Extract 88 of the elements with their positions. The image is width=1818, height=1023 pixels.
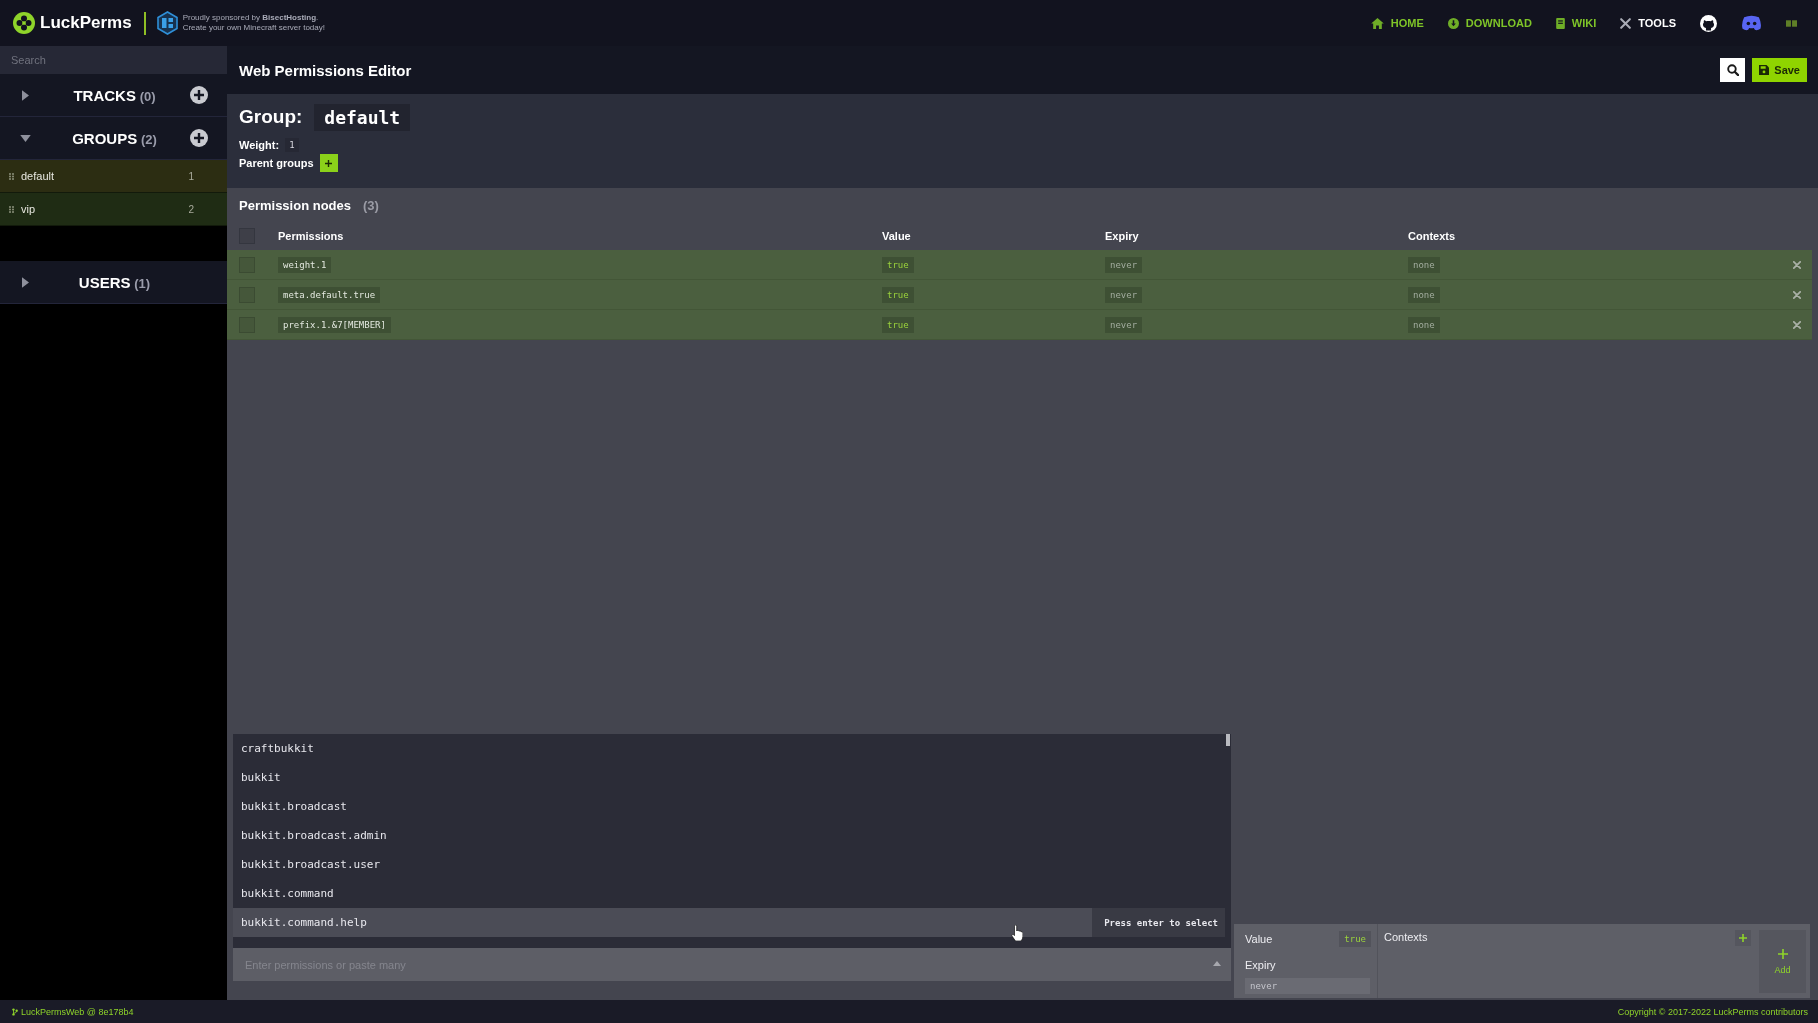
- hand-cursor-icon: [1011, 925, 1023, 941]
- add-context-button[interactable]: [1735, 930, 1751, 946]
- plus-icon: [1739, 934, 1747, 942]
- column-header: Contexts: [1408, 230, 1456, 242]
- section-toggle[interactable]: USERS (1): [22, 267, 190, 297]
- crossed-tools-icon: [1620, 17, 1632, 29]
- suggestion-option[interactable]: bukkit.command.help Press enter to select: [233, 908, 1225, 937]
- group-item[interactable]: default 1: [0, 160, 227, 193]
- group-item[interactable]: vip 2: [0, 193, 227, 226]
- add-button[interactable]: Add: [1759, 930, 1806, 993]
- clover-logo-icon[interactable]: [13, 12, 35, 34]
- suggestion-option[interactable]: bukkit: [233, 763, 1225, 792]
- grip-dots-icon[interactable]: [9, 205, 14, 213]
- download-icon: [1447, 17, 1459, 29]
- branch-icon: [12, 1007, 18, 1016]
- caret-up-icon[interactable]: [1213, 961, 1221, 966]
- weight-value: 1: [285, 138, 299, 152]
- permission-value[interactable]: true: [882, 286, 914, 303]
- column-header: Permissions: [278, 230, 344, 242]
- expiry-field[interactable]: never: [1245, 978, 1370, 994]
- book-icon: [1555, 17, 1565, 29]
- permission-node: meta.default.true: [278, 286, 381, 303]
- chevron-icon[interactable]: [22, 89, 29, 101]
- field-label: Expiry: [1245, 959, 1276, 971]
- hint-label: Press enter to select: [1092, 908, 1225, 937]
- plus-icon: [325, 159, 333, 167]
- suggestion-option[interactable]: bukkit.broadcast.user: [233, 850, 1225, 879]
- permission-node: prefix.1.&7[MEMBER]: [278, 316, 391, 333]
- discord-icon[interactable]: [1741, 15, 1762, 31]
- nav-link[interactable]: DOWNLOAD: [1447, 17, 1532, 29]
- permission-expiry: never: [1105, 256, 1143, 273]
- permission-contexts: none: [1408, 316, 1440, 333]
- chevron-icon[interactable]: [22, 276, 29, 288]
- permission-value[interactable]: true: [882, 256, 914, 273]
- section-title: Permission nodes: [239, 197, 351, 213]
- github-icon[interactable]: [1700, 14, 1717, 32]
- section-toggle[interactable]: GROUPS (2): [22, 123, 190, 153]
- grip-dots-icon[interactable]: [9, 172, 14, 180]
- section-toggle[interactable]: TRACKS (0): [22, 80, 190, 110]
- field-label: Value: [1245, 933, 1273, 945]
- permission-value[interactable]: true: [882, 316, 914, 333]
- weight-label: Weight:: [239, 139, 280, 151]
- nav-link[interactable]: TOOLS: [1620, 17, 1676, 29]
- close-icon[interactable]: [1793, 290, 1801, 299]
- permission-contexts: none: [1408, 286, 1440, 303]
- suggestion-option[interactable]: bukkit.broadcast.admin: [233, 821, 1225, 850]
- group-weight: 1: [188, 170, 194, 182]
- node-count: (3): [363, 197, 379, 213]
- group-name-value: default: [314, 103, 411, 131]
- scrollbar-thumb[interactable]: [1226, 734, 1230, 746]
- group-label: Group:: [239, 106, 303, 128]
- hexagon-logo-icon[interactable]: [156, 11, 178, 35]
- page-title: Web Permissions Editor: [239, 61, 412, 79]
- squares-icon[interactable]: [1786, 19, 1797, 27]
- sponsor-text: Proudly sponsored by BisectHosting.: [182, 13, 319, 23]
- permission-expiry: never: [1105, 316, 1143, 333]
- version-link[interactable]: LuckPermsWeb @ 8e178b4: [12, 1006, 134, 1017]
- value-toggle[interactable]: true: [1339, 931, 1371, 947]
- add-parent-button[interactable]: [319, 154, 338, 172]
- column-header: Value: [882, 230, 911, 242]
- permission-contexts: none: [1408, 256, 1440, 273]
- sponsor-text: Create your own Minecraft server today!: [182, 23, 325, 33]
- parent-groups-label: Parent groups: [239, 157, 314, 169]
- plus-icon: [1777, 948, 1788, 959]
- column-header: Expiry: [1105, 230, 1139, 242]
- permission-expiry: never: [1105, 286, 1143, 303]
- group-weight: 2: [188, 203, 194, 215]
- home-icon: [1370, 17, 1384, 29]
- suggestion-option[interactable]: bukkit.broadcast: [233, 792, 1225, 821]
- search-icon: [1726, 64, 1739, 76]
- group-name: default: [21, 170, 55, 182]
- copyright-text: Copyright © 2017-2022 LuckPerms contributors: [1617, 1006, 1808, 1017]
- search-button[interactable]: [1720, 58, 1746, 82]
- permission-node: weight.1: [278, 256, 332, 273]
- nav-link[interactable]: HOME: [1370, 17, 1424, 29]
- search-field[interactable]: Search: [0, 46, 227, 74]
- plus-circle-icon[interactable]: [190, 129, 208, 147]
- nav-link[interactable]: WIKI: [1555, 17, 1597, 29]
- field-label: Contexts: [1384, 931, 1428, 943]
- chevron-icon[interactable]: [20, 134, 31, 142]
- save-button[interactable]: Save: [1752, 58, 1807, 82]
- group-name: vip: [21, 203, 36, 215]
- suggestion-option[interactable]: bukkit.command: [233, 879, 1225, 908]
- close-icon[interactable]: [1793, 260, 1801, 269]
- suggestion-option[interactable]: craftbukkit: [233, 734, 1225, 763]
- close-icon[interactable]: [1793, 320, 1801, 329]
- plus-circle-icon[interactable]: [190, 86, 208, 104]
- logo-text[interactable]: LuckPerms: [40, 13, 132, 33]
